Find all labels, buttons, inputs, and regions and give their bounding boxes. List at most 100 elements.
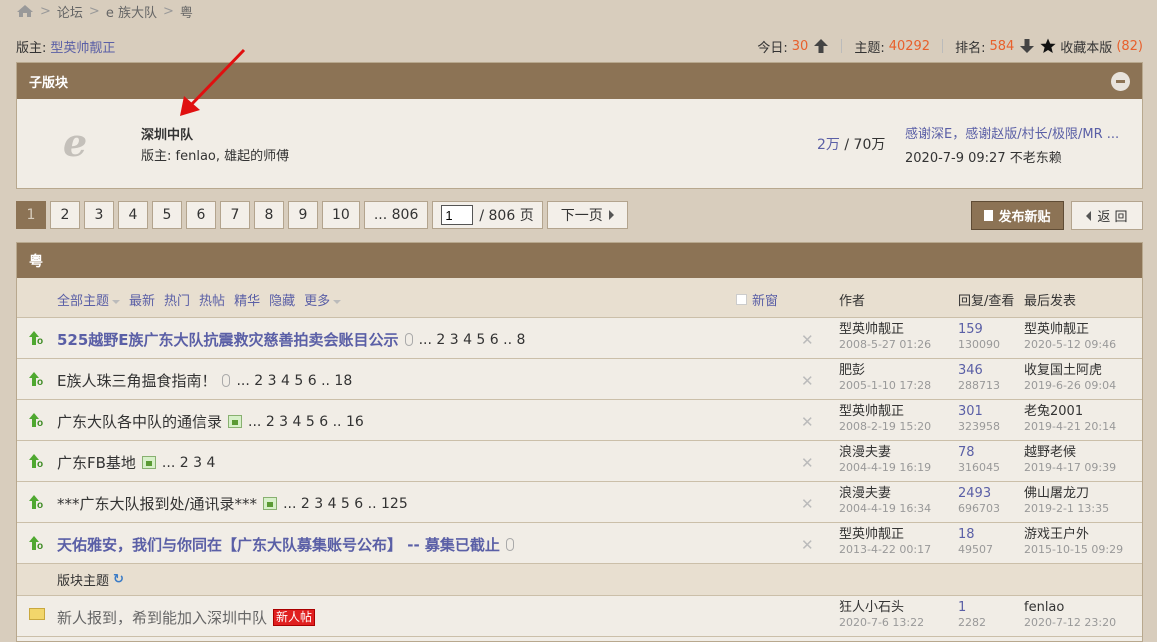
last-poster-link[interactable]: 型英帅靓正: [1024, 322, 1116, 337]
close-icon[interactable]: ✕: [801, 413, 814, 431]
subforum-count-separator: /: [839, 137, 854, 153]
home-icon[interactable]: [16, 4, 34, 18]
close-icon[interactable]: ✕: [801, 454, 814, 472]
last-post-date[interactable]: 2020-5-12 09:46: [1024, 338, 1116, 351]
thread-pages[interactable]: ... 2 3 4 5 6 .. 18: [236, 373, 352, 389]
view-count: 2282: [958, 616, 986, 629]
last-post-date[interactable]: 2019-4-21 20:14: [1024, 420, 1116, 433]
svg-text:o: o: [37, 418, 43, 427]
subforum-counts: 2万 / 70万: [817, 134, 885, 154]
last-poster-link[interactable]: 老兔2001: [1024, 404, 1116, 419]
topics-label: 主题:: [854, 40, 885, 56]
author-link[interactable]: 型英帅靓正: [839, 322, 931, 337]
subforum-last-post-link[interactable]: 感谢深E，感谢赵版/村长/极限/MR ...: [905, 123, 1140, 142]
last-poster-link[interactable]: fenlao: [1024, 600, 1116, 615]
author-link[interactable]: 浪漫夫妻: [839, 486, 931, 501]
author-link[interactable]: 狂人小石头: [839, 600, 924, 615]
tab-popular[interactable]: 热门: [164, 290, 190, 309]
view-count: 130090: [958, 338, 1000, 351]
thread-pages[interactable]: ... 2 3 4 5 6 .. 16: [248, 414, 364, 430]
last-poster-link[interactable]: 佛山屠龙刀: [1024, 486, 1109, 501]
page-jump: / 806 页: [432, 201, 543, 229]
author-link[interactable]: 浪漫夫妻: [839, 445, 931, 460]
forum-stats: 今日: 30 主题: 40292 排名: 584 收藏本版 (82): [757, 37, 1143, 56]
collapse-icon[interactable]: [1111, 72, 1130, 91]
subforum-name-link[interactable]: 深圳中队: [141, 124, 193, 143]
page-link[interactable]: 7: [220, 201, 250, 229]
reply-count[interactable]: 159: [958, 322, 1000, 337]
page-link[interactable]: 4: [118, 201, 148, 229]
close-icon[interactable]: ✕: [801, 536, 814, 554]
reply-count[interactable]: 1: [958, 600, 986, 615]
author-link[interactable]: 型英帅靓正: [839, 527, 931, 542]
close-icon[interactable]: ✕: [801, 495, 814, 513]
svg-text:o: o: [37, 377, 43, 386]
breadcrumb-separator: >: [162, 3, 174, 19]
chevron-left-icon: [1086, 210, 1092, 221]
tab-digest[interactable]: 精华: [234, 290, 260, 309]
page-link[interactable]: 9: [288, 201, 318, 229]
page-jump-input[interactable]: [441, 205, 474, 225]
breadcrumb-forum[interactable]: 论坛: [57, 2, 83, 21]
next-page-button[interactable]: 下一页: [546, 201, 628, 229]
last-post-date[interactable]: 2015-10-15 09:29: [1024, 543, 1123, 556]
thread-pages[interactable]: ... 2 3 4: [162, 455, 215, 471]
page-link[interactable]: 10: [322, 201, 360, 229]
close-icon[interactable]: ✕: [801, 372, 814, 390]
tab-all[interactable]: 全部主题: [57, 290, 121, 309]
reply-count[interactable]: 346: [958, 363, 1000, 378]
last-post-date[interactable]: 2019-6-26 09:04: [1024, 379, 1116, 392]
last-post-date[interactable]: 2019-2-1 13:35: [1024, 502, 1109, 515]
breadcrumb-group[interactable]: e 族大队: [106, 2, 157, 21]
reply-count[interactable]: 301: [958, 404, 1000, 419]
page-link[interactable]: 6: [186, 201, 216, 229]
page-link[interactable]: 5: [152, 201, 182, 229]
tab-latest[interactable]: 最新: [129, 290, 155, 309]
thread-title-link[interactable]: 天佑雅安，我们与你同在【广东大队募集账号公布】 -- 募集已截止: [57, 534, 500, 555]
thread-title-link[interactable]: 广东FB基地: [57, 452, 136, 473]
thread-title-link[interactable]: ***广东大队报到处/通讯录***: [57, 493, 257, 514]
favorite-forum-link[interactable]: 收藏本版: [1060, 37, 1112, 56]
tab-more[interactable]: 更多: [304, 290, 342, 309]
close-icon[interactable]: ✕: [801, 331, 814, 349]
thread-title-link[interactable]: 525越野E族广东大队抗震救灾慈善拍卖会账目公示: [57, 329, 399, 350]
refresh-icon[interactable]: ↻: [113, 572, 124, 587]
tab-more-label: 更多: [304, 294, 331, 309]
thread-title-link[interactable]: 新人报到，希到能加入深圳中队: [57, 607, 267, 628]
page-link-last[interactable]: ... 806: [363, 201, 429, 229]
tab-hot[interactable]: 热帖: [199, 290, 225, 309]
last-post-date[interactable]: 2020-7-12 23:20: [1024, 616, 1116, 629]
page-link[interactable]: 8: [254, 201, 284, 229]
thread-pages[interactable]: ... 2 3 4 5 6 .. 125: [283, 496, 408, 512]
author-date: 2005-1-10 17:28: [839, 379, 932, 392]
subforum-logo[interactable]: e: [63, 123, 93, 163]
page-link[interactable]: 2: [50, 201, 80, 229]
last-poster-link[interactable]: 越野老候: [1024, 445, 1116, 460]
page-link[interactable]: 1: [16, 201, 46, 229]
annotation-arrow-icon: [180, 48, 246, 116]
author-link[interactable]: 肥彭: [839, 363, 931, 378]
last-poster-link[interactable]: 收复国土阿虎: [1024, 363, 1116, 378]
column-last-post: 最后发表: [1024, 294, 1077, 309]
column-reply-view: 回复/查看: [958, 294, 1015, 309]
thread-title-link[interactable]: 广东大队各中队的通信录: [57, 411, 222, 432]
reply-count[interactable]: 2493: [958, 486, 1000, 501]
reply-count[interactable]: 18: [958, 527, 993, 542]
attachment-icon: [404, 333, 413, 346]
new-window-checkbox[interactable]: [736, 294, 747, 305]
tab-hidden[interactable]: 隐藏: [269, 290, 295, 309]
page-link[interactable]: 3: [84, 201, 114, 229]
filter-tabs: 全部主题 最新 热门 热帖 精华 隐藏 更多: [57, 290, 342, 309]
last-poster-link[interactable]: 游戏王户外: [1024, 527, 1123, 542]
new-window-toggle[interactable]: 新窗: [736, 290, 778, 309]
thread-pages[interactable]: ... 2 3 4 5 6 .. 8: [419, 332, 526, 348]
thread-row: o 广东FB基地 ... 2 3 4 ✕ 浪漫夫妻 2004-4-19 16:19…: [17, 441, 1142, 482]
moderator-link[interactable]: 型英帅靓正: [50, 37, 115, 56]
star-icon[interactable]: [1040, 38, 1056, 54]
thread-title-link[interactable]: E族人珠三角揾食指南！: [57, 370, 216, 391]
new-post-button[interactable]: 发布新贴: [971, 201, 1064, 230]
author-link[interactable]: 型英帅靓正: [839, 404, 931, 419]
last-post-date[interactable]: 2019-4-17 09:39: [1024, 461, 1116, 474]
reply-count[interactable]: 78: [958, 445, 1000, 460]
back-button[interactable]: 返 回: [1071, 201, 1143, 230]
